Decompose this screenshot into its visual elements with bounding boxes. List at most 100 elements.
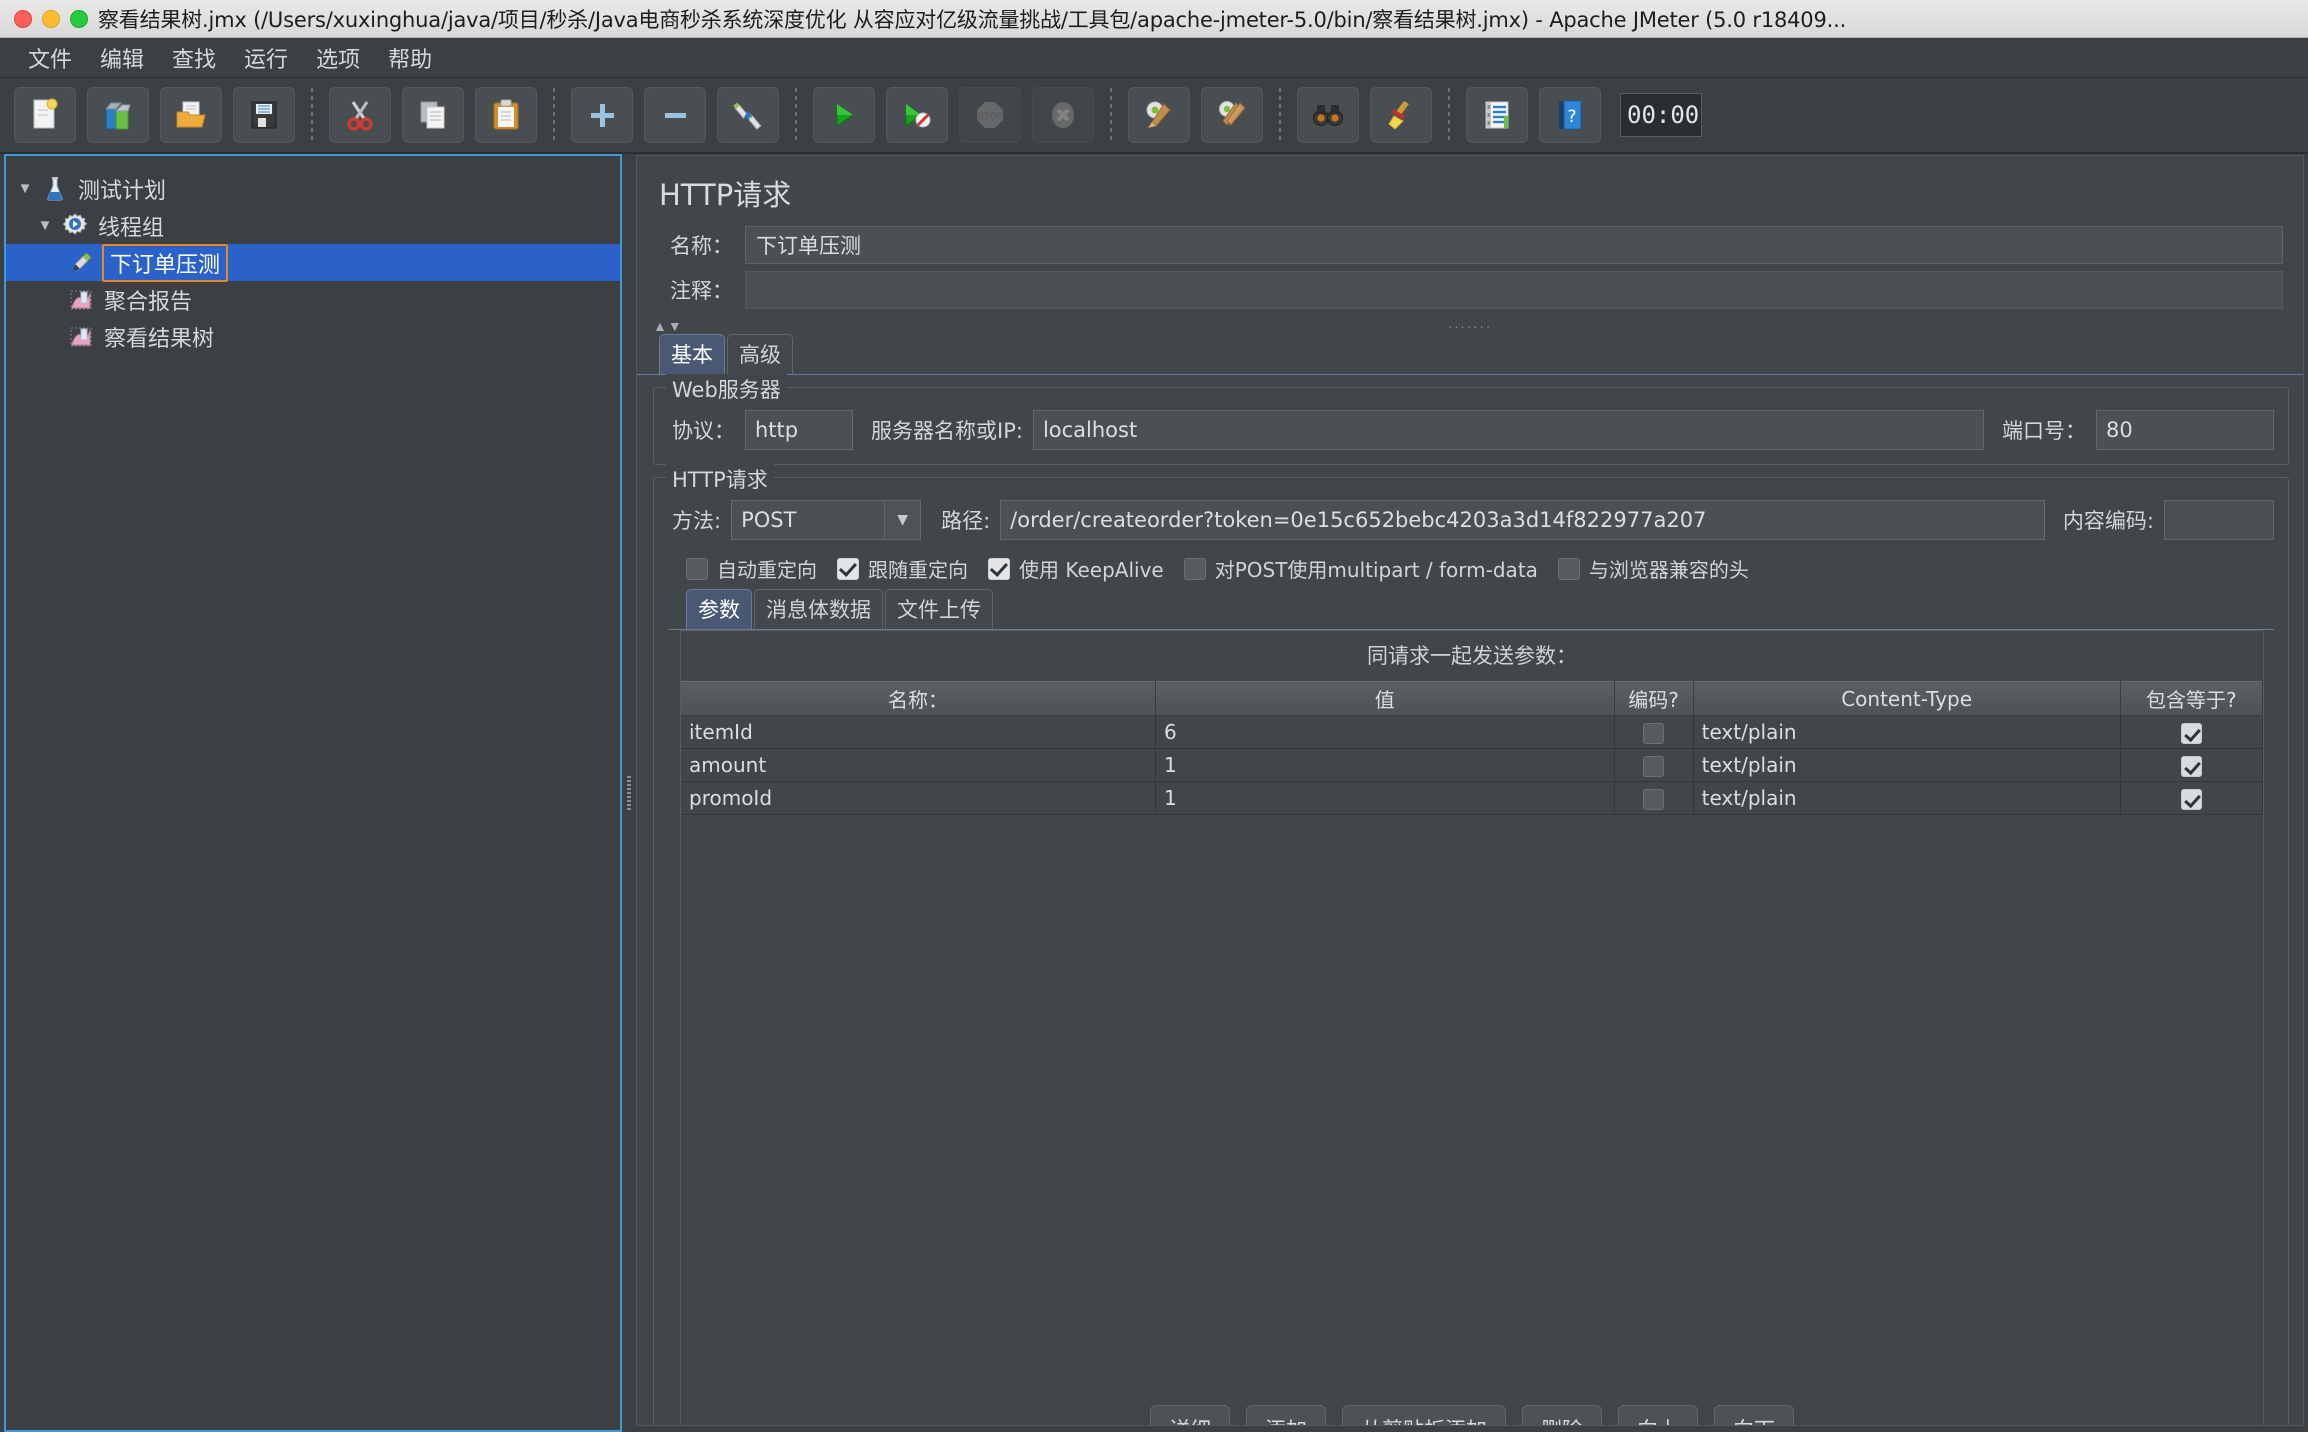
move-up-button[interactable]: 向上 (1618, 1405, 1698, 1425)
reset-broom-icon (1388, 101, 1409, 130)
checkbox-box-icon[interactable] (1643, 789, 1665, 810)
cell-param-include-equals[interactable] (2120, 715, 2264, 749)
chevron-down-icon[interactable]: ▼ (884, 501, 921, 539)
test-plan-tree-pane[interactable]: ▼ 测试计划 ▼ 线程组 下订单压测 聚合报告 察看结果树 (4, 154, 622, 1432)
search-button[interactable] (1297, 87, 1359, 143)
detail-button[interactable]: 详细 (1150, 1405, 1230, 1425)
tree-node-aggregate-report[interactable]: 聚合报告 (6, 281, 620, 318)
column-header-include-equals[interactable]: 包含等于? (2120, 681, 2264, 716)
cell-param-encode[interactable] (1614, 748, 1694, 782)
checkbox-checked-icon[interactable] (2180, 756, 2202, 777)
cell-param-encode[interactable] (1614, 781, 1694, 815)
delete-button[interactable]: 删除 (1522, 1405, 1602, 1425)
pane-splitter[interactable] (622, 154, 636, 1432)
collapse-all-button[interactable] (644, 87, 706, 143)
tab-basic[interactable]: 基本 (659, 334, 725, 374)
add-button[interactable]: 添加 (1246, 1405, 1326, 1425)
column-header-name[interactable]: 名称： (681, 681, 1156, 716)
move-down-button[interactable]: 向下 (1714, 1405, 1794, 1425)
column-header-encode[interactable]: 编码? (1614, 681, 1694, 716)
comment-input[interactable] (745, 271, 2283, 309)
checkbox-box-icon[interactable] (1643, 723, 1665, 744)
encoding-input[interactable] (2164, 500, 2274, 540)
menu-edit[interactable]: 编辑 (86, 39, 158, 77)
menu-help[interactable]: 帮助 (374, 39, 446, 77)
toolbar-separator (311, 88, 313, 142)
start-button[interactable] (813, 87, 875, 143)
collapse-up-down-icon[interactable]: ▲▼ (653, 318, 683, 334)
section-collapse-row[interactable]: ▲▼ ······· (637, 316, 2303, 336)
cell-param-value[interactable]: 1 (1155, 748, 1615, 782)
cell-param-name[interactable]: amount (681, 748, 1156, 782)
port-input[interactable]: 80 (2096, 410, 2274, 450)
protocol-input[interactable]: http (745, 410, 853, 450)
checkbox-browser-compatible-headers[interactable]: 与浏览器兼容的头 (1557, 554, 1749, 583)
save-button[interactable] (233, 87, 295, 143)
checkbox-follow-redirects[interactable]: 跟随重定向 (837, 554, 968, 583)
column-header-value[interactable]: 值 (1155, 681, 1615, 716)
menu-search[interactable]: 查找 (158, 39, 230, 77)
checkbox-box-icon[interactable] (1183, 557, 1206, 580)
expand-toggle-icon[interactable]: ▼ (32, 217, 58, 234)
cell-param-value[interactable]: 6 (1155, 715, 1615, 749)
cut-button[interactable] (329, 87, 391, 143)
shutdown-button[interactable] (1032, 87, 1094, 143)
start-no-pauses-button[interactable] (886, 87, 948, 143)
checkbox-auto-redirect[interactable]: 自动重定向 (686, 554, 817, 583)
column-header-content-type[interactable]: Content-Type (1693, 681, 2121, 716)
copy-button[interactable] (402, 87, 464, 143)
menu-file[interactable]: 文件 (14, 39, 86, 77)
path-input[interactable]: /order/createorder?token=0e15c652bebc420… (1000, 500, 2045, 540)
menu-run[interactable]: 运行 (230, 39, 302, 77)
tab-parameters[interactable]: 参数 (686, 589, 752, 629)
tab-body-data[interactable]: 消息体数据 (754, 589, 883, 629)
checkbox-checked-icon[interactable] (2180, 723, 2202, 744)
checkbox-box-icon[interactable] (1557, 557, 1580, 580)
toggle-button[interactable] (717, 87, 779, 143)
templates-button[interactable] (87, 87, 149, 143)
tree-node-test-plan[interactable]: ▼ 测试计划 (6, 170, 620, 207)
table-row[interactable]: itemId 6 text/plain (681, 715, 2264, 749)
name-input[interactable]: 下订单压测 (745, 226, 2283, 264)
paste-button[interactable] (475, 87, 537, 143)
cell-param-content-type[interactable]: text/plain (1693, 715, 2121, 749)
tree-node-view-results-tree[interactable]: 察看结果树 (6, 318, 620, 355)
checkbox-box-icon[interactable] (1643, 756, 1665, 777)
add-from-clipboard-button[interactable]: 从剪贴板添加 (1342, 1405, 1506, 1425)
cell-param-include-equals[interactable] (2120, 748, 2264, 782)
resize-grip-icon[interactable]: ······· (1448, 319, 1492, 334)
server-input[interactable]: localhost (1032, 410, 1984, 450)
tab-advanced[interactable]: 高级 (727, 334, 793, 374)
checkbox-label: 与浏览器兼容的头 (1588, 558, 1749, 582)
method-select[interactable]: POST ▼ (731, 500, 922, 540)
table-row[interactable]: amount 1 text/plain (681, 748, 2264, 782)
cell-param-name[interactable]: itemId (681, 715, 1156, 749)
tree-node-http-request[interactable]: 下订单压测 (6, 243, 620, 282)
checkbox-checked-icon[interactable] (837, 557, 859, 580)
open-file-button[interactable] (160, 87, 222, 143)
table-row[interactable]: promoId 1 text/plain (681, 781, 2264, 815)
expand-toggle-icon[interactable]: ▼ (12, 180, 38, 197)
checkbox-checked-icon[interactable] (2180, 789, 2202, 810)
stop-button[interactable]: STOP (959, 87, 1021, 143)
checkbox-keepalive[interactable]: 使用 KeepAlive (988, 554, 1164, 583)
new-document-button[interactable] (14, 87, 76, 143)
checkbox-checked-icon[interactable] (988, 557, 1010, 580)
cell-param-value[interactable]: 1 (1155, 781, 1615, 815)
cell-param-name[interactable]: promoId (681, 781, 1156, 815)
expand-all-button[interactable] (571, 87, 633, 143)
cell-param-content-type[interactable]: text/plain (1693, 781, 2121, 815)
help-button[interactable]: ? (1539, 87, 1601, 143)
tab-file-upload[interactable]: 文件上传 (885, 589, 993, 629)
menu-options[interactable]: 选项 (302, 39, 374, 77)
clear-all-button[interactable] (1201, 87, 1263, 143)
checkbox-box-icon[interactable] (686, 557, 708, 580)
cell-param-encode[interactable] (1614, 715, 1694, 749)
clear-button[interactable] (1128, 87, 1190, 143)
tree-node-thread-group[interactable]: ▼ 线程组 (6, 207, 620, 244)
checkbox-multipart[interactable]: 对POST使用multipart / form-data (1183, 554, 1538, 583)
cell-param-include-equals[interactable] (2120, 781, 2264, 815)
function-helper-button[interactable] (1466, 87, 1528, 143)
reset-search-button[interactable] (1370, 87, 1432, 143)
cell-param-content-type[interactable]: text/plain (1693, 748, 2121, 782)
